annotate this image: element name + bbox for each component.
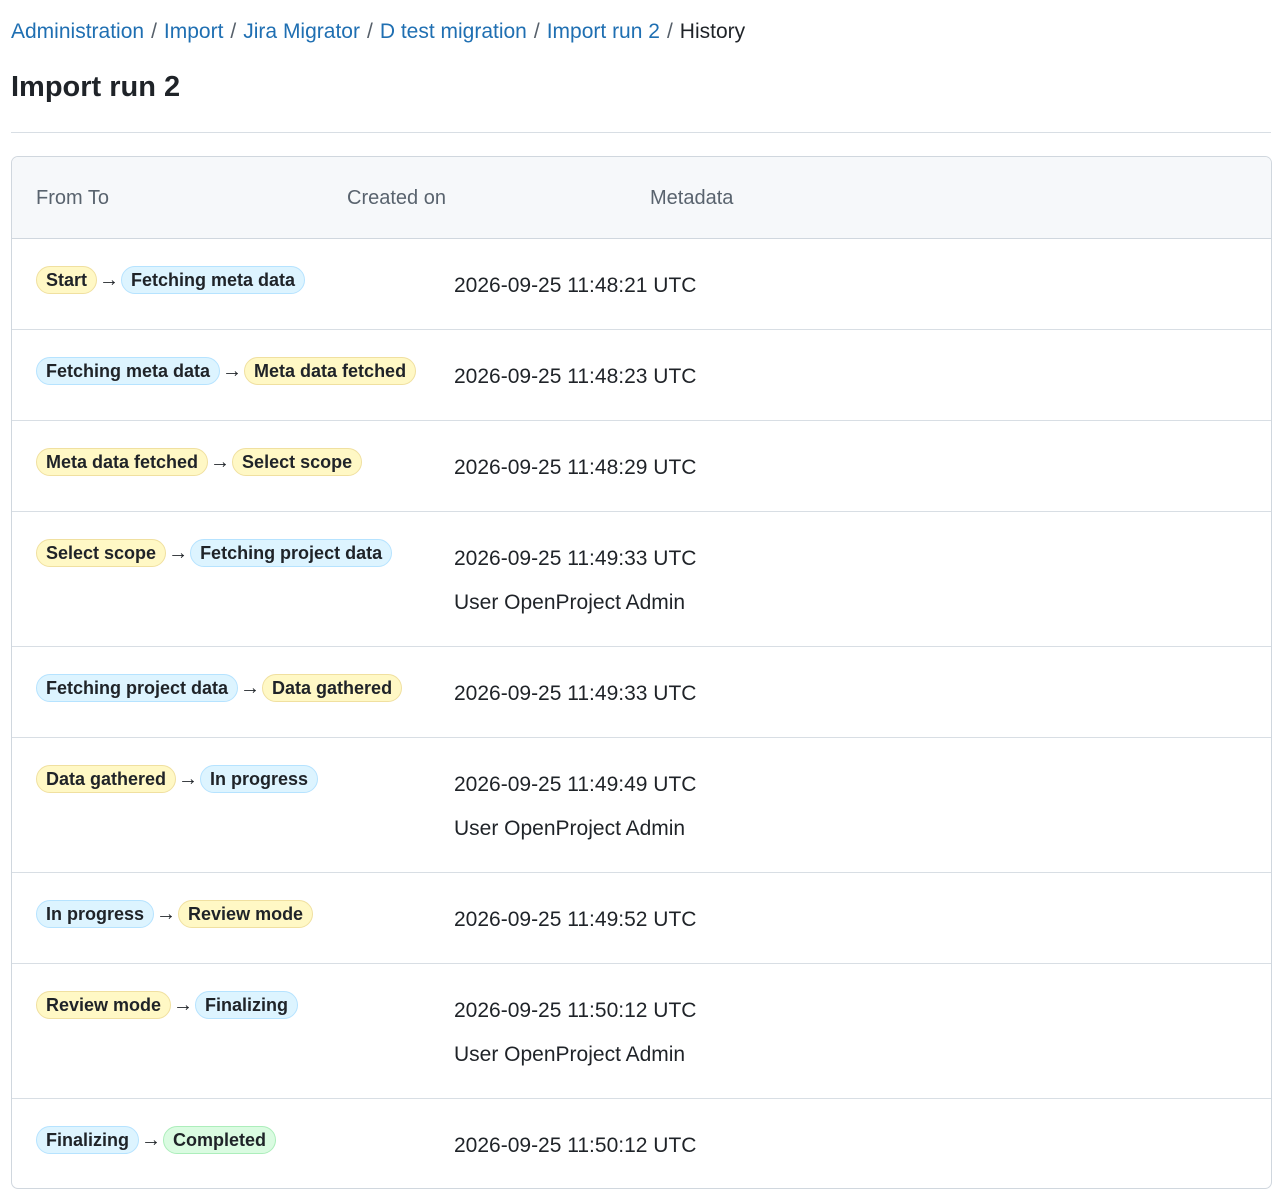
state-transition: Select scope → Fetching project data xyxy=(36,539,393,567)
to-state-badge: Data gathered xyxy=(262,674,403,702)
breadcrumb-link-d-test-migration[interactable]: D test migration xyxy=(380,20,527,43)
created-on-timestamp: 2026-09-25 11:49:49 UTC xyxy=(454,773,697,796)
from-state-badge: Select scope xyxy=(36,539,167,567)
state-transition: Fetching project data → Data gathered xyxy=(36,674,403,702)
created-on-timestamp: 2026-09-25 11:49:33 UTC xyxy=(454,547,697,570)
state-transition: Review mode → Finalizing xyxy=(36,991,299,1019)
title-divider xyxy=(11,132,1271,133)
from-state-badge: Data gathered xyxy=(36,765,177,793)
table-body: Start → Fetching meta data 2026-09-25 11:48… xyxy=(12,239,1271,1188)
created-on-timestamp: 2026-09-25 11:48:23 UTC xyxy=(454,365,697,388)
created-by-user: User OpenProject Admin xyxy=(454,1043,686,1066)
breadcrumb-separator: / xyxy=(151,20,157,43)
column-header-from-to[interactable]: From To xyxy=(36,185,109,211)
from-state-badge: Review mode xyxy=(36,991,172,1019)
created-by-user: User OpenProject Admin xyxy=(454,591,686,614)
table-row: Review mode → Finalizing 2026-09-25 11:50:1… xyxy=(12,964,1271,1099)
created-on-timestamp: 2026-09-25 11:48:21 UTC xyxy=(454,274,697,297)
state-transition: Finalizing → Completed xyxy=(36,1126,277,1154)
arrow-right-icon: → xyxy=(210,450,231,473)
arrow-right-icon: → xyxy=(168,541,189,564)
arrow-right-icon: → xyxy=(222,359,243,382)
arrow-right-icon: → xyxy=(156,902,177,925)
arrow-right-icon: → xyxy=(178,767,199,790)
from-state-badge: Fetching project data xyxy=(36,674,239,702)
created-by-user: User OpenProject Admin xyxy=(454,817,686,840)
table-row: Start → Fetching meta data 2026-09-25 11:48… xyxy=(12,239,1271,330)
column-header-created-on[interactable]: Created on xyxy=(347,185,446,211)
table-row: In progress → Review mode 2026-09-25 11:49:… xyxy=(12,873,1271,964)
state-transition: Meta data fetched → Select scope xyxy=(36,448,363,476)
to-state-badge: Review mode xyxy=(178,900,314,928)
to-state-badge: Finalizing xyxy=(195,991,299,1019)
breadcrumb-link-import-run[interactable]: Import run 2 xyxy=(547,20,660,43)
state-transition: In progress → Review mode xyxy=(36,900,314,928)
from-state-badge: Meta data fetched xyxy=(36,448,209,476)
table-row: Data gathered → In progress 2026-09-25 11:4… xyxy=(12,738,1271,873)
table-row: Finalizing → Completed 2026-09-25 11:50:12 … xyxy=(12,1099,1271,1188)
breadcrumb-link-administration[interactable]: Administration xyxy=(11,20,144,43)
to-state-badge: In progress xyxy=(200,765,319,793)
column-header-metadata[interactable]: Metadata xyxy=(650,185,733,211)
page-title: Import run 2 xyxy=(11,71,181,103)
state-transition: Data gathered → In progress xyxy=(36,765,319,793)
breadcrumb: Administration / Import / Jira Migrator / D te… xyxy=(11,18,745,46)
arrow-right-icon: → xyxy=(173,993,194,1016)
to-state-badge: Completed xyxy=(163,1126,277,1154)
to-state-badge: Fetching project data xyxy=(190,539,393,567)
breadcrumb-current: History xyxy=(679,20,746,43)
to-state-badge: Select scope xyxy=(232,448,363,476)
state-transition: Start → Fetching meta data xyxy=(36,266,306,294)
to-state-badge: Meta data fetched xyxy=(244,357,417,385)
table-row: Select scope → Fetching project data 2026-0… xyxy=(12,512,1271,647)
history-table: From To Created on Metadata Start → Fetchi… xyxy=(11,156,1272,1189)
breadcrumb-separator: / xyxy=(366,20,373,43)
table-header: From To Created on Metadata xyxy=(12,157,1271,239)
created-on-timestamp: 2026-09-25 11:50:12 UTC xyxy=(454,999,697,1022)
table-row: Meta data fetched → Select scope 2026-09-25… xyxy=(12,421,1271,512)
arrow-right-icon: → xyxy=(240,676,261,699)
table-row: Fetching meta data → Meta data fetched 2026… xyxy=(12,330,1271,421)
table-row: Fetching project data → Data gathered 2026-… xyxy=(12,647,1271,738)
created-on-timestamp: 2026-09-25 11:48:29 UTC xyxy=(454,456,697,479)
state-transition: Fetching meta data → Meta data fetched xyxy=(36,357,417,385)
breadcrumb-separator: / xyxy=(666,20,673,43)
created-on-timestamp: 2026-09-25 11:49:33 UTC xyxy=(454,682,697,705)
breadcrumb-separator: / xyxy=(230,20,237,43)
from-state-badge: Fetching meta data xyxy=(36,357,221,385)
to-state-badge: Fetching meta data xyxy=(121,266,306,294)
created-on-timestamp: 2026-09-25 11:50:12 UTC xyxy=(454,1134,697,1157)
breadcrumb-link-import[interactable]: Import xyxy=(164,20,224,43)
arrow-right-icon: → xyxy=(141,1128,161,1151)
from-state-badge: In progress xyxy=(36,900,155,928)
created-on-timestamp: 2026-09-25 11:49:52 UTC xyxy=(454,908,697,931)
breadcrumb-separator: / xyxy=(533,20,540,43)
arrow-right-icon: → xyxy=(99,268,120,291)
from-state-badge: Start xyxy=(36,266,98,294)
from-state-badge: Finalizing xyxy=(36,1126,139,1154)
breadcrumb-link-jira-migrator[interactable]: Jira Migrator xyxy=(243,20,360,43)
